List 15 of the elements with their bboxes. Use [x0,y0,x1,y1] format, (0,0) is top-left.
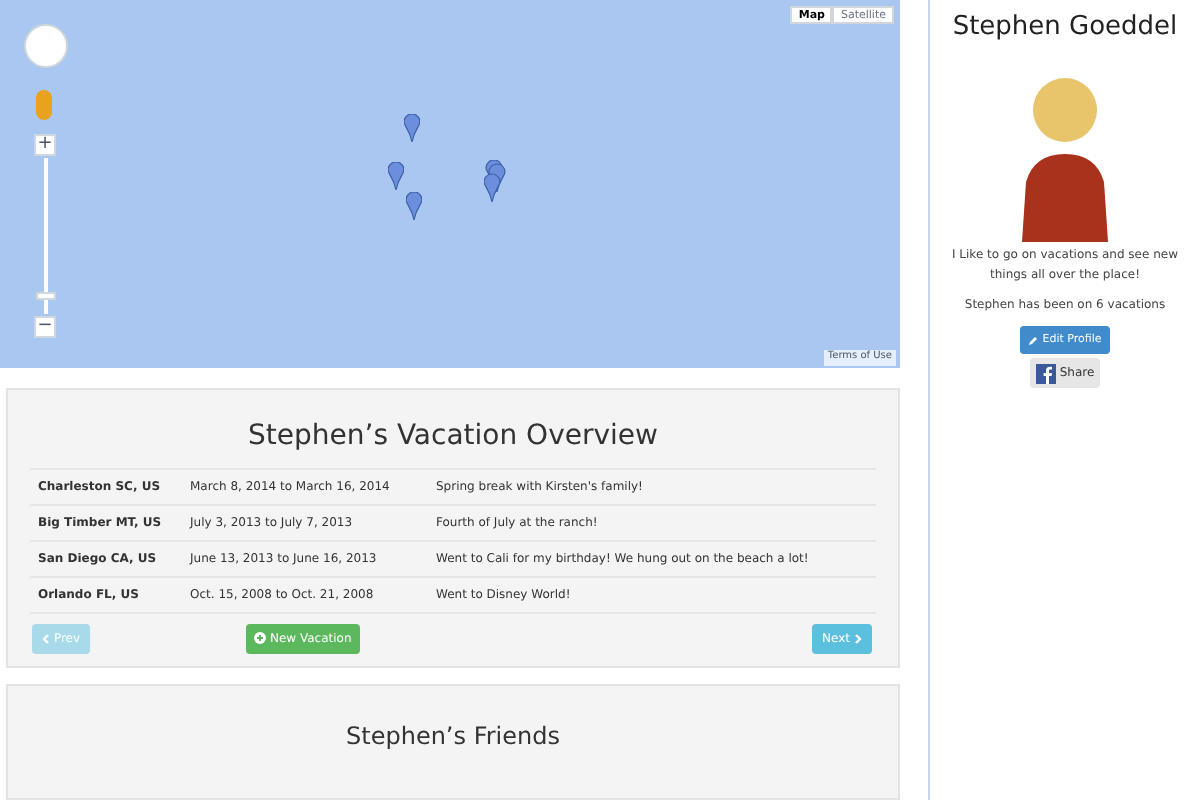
chevron-left-icon [41,633,50,644]
zoom-out-button[interactable]: − [34,316,56,338]
facebook-icon [1035,363,1056,383]
zoom-in-button[interactable]: + [34,134,56,156]
map-pin-cluster-icon[interactable] [484,160,506,204]
plus-circle-icon [254,632,266,645]
panel-title: Stephen’s Friends [344,720,562,755]
zoom-slider-thumb[interactable] [36,291,56,300]
map-pin-icon[interactable] [406,192,422,220]
profile-name: Stephen Goeddel [952,10,1178,46]
pencil-icon [1028,335,1039,345]
map-pin-icon[interactable] [404,114,420,142]
chevron-right-icon [853,633,862,644]
map-pin-icon[interactable] [388,162,404,190]
panel-title: Stephen’s Vacation Overview [246,417,660,456]
